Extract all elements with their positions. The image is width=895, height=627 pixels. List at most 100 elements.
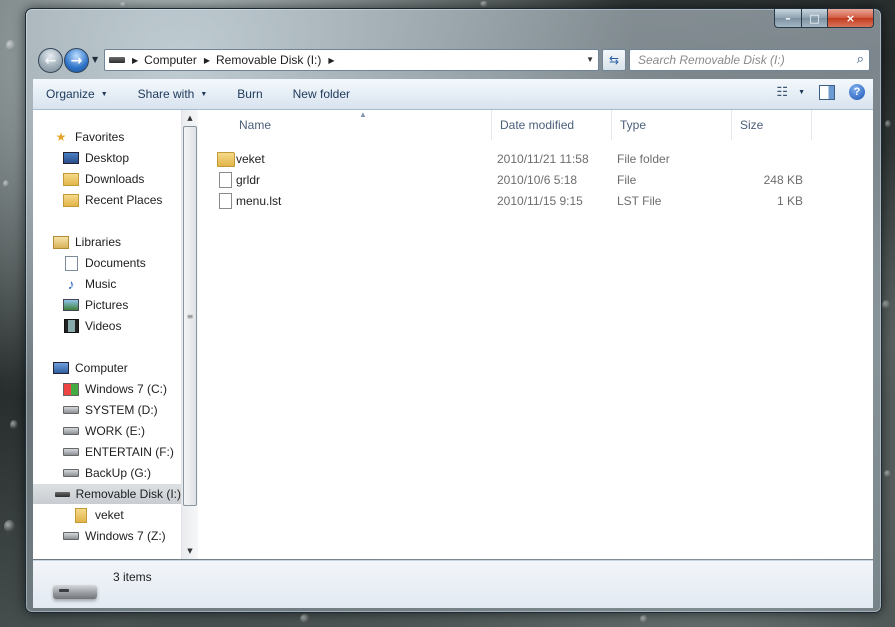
details-pane: 3 items — [33, 560, 873, 608]
hard-drive-icon — [63, 466, 79, 480]
nav-drive-z[interactable]: Windows 7 (Z:) — [63, 526, 166, 546]
file-size — [743, 149, 803, 169]
change-view-button[interactable]: ☷ ▼ — [776, 84, 805, 100]
nav-item-downloads[interactable]: Downloads — [63, 169, 144, 189]
preview-pane-icon[interactable] — [819, 84, 835, 100]
nav-item-documents[interactable]: Documents — [63, 253, 146, 273]
column-header-label: Name — [239, 118, 272, 132]
nav-pane-scrollbar[interactable]: ▲ ≡ ▼ — [181, 110, 198, 559]
refresh-icon: ⇆ — [608, 53, 620, 67]
recent-pages-dropdown[interactable]: ▼ — [92, 55, 98, 64]
nav-computer[interactable]: Computer — [53, 358, 128, 378]
search-box: ⌕ — [629, 49, 870, 71]
nav-item-label: BackUp (G:) — [85, 466, 152, 480]
close-button[interactable]: × — [828, 9, 874, 28]
nav-item-label: ENTERTAIN (F:) — [85, 445, 174, 459]
file-date: 2010/11/15 9:15 — [497, 194, 583, 208]
refresh-button[interactable]: ⇆ — [602, 49, 626, 71]
desktop-icon — [63, 151, 79, 165]
scroll-up-icon[interactable]: ▲ — [182, 110, 198, 126]
navigation-pane: ★ Favorites Desktop Downloads Recent Pla… — [33, 110, 181, 559]
back-arrow-icon: ← — [44, 52, 57, 69]
nav-item-label: SYSTEM (D:) — [85, 403, 158, 417]
nav-drive-g[interactable]: BackUp (G:) — [63, 463, 151, 483]
file-date: 2010/11/21 11:58 — [497, 152, 589, 166]
recent-places-icon — [63, 193, 79, 207]
breadcrumb-separator-icon[interactable]: ▶ — [328, 56, 334, 65]
chevron-down-icon: ▼ — [100, 90, 108, 98]
videos-icon — [63, 319, 79, 333]
hard-drive-icon — [63, 403, 79, 417]
nav-drive-i[interactable]: Removable Disk (I:) — [33, 484, 181, 504]
folder-icon — [217, 149, 235, 169]
nav-favorites-label: Favorites — [75, 130, 125, 144]
nav-item-label: veket — [95, 508, 124, 522]
burn-button[interactable]: Burn — [217, 79, 272, 109]
column-header-label: Size — [740, 118, 764, 132]
nav-item-videos[interactable]: Videos — [63, 316, 121, 336]
removable-drive-icon — [53, 585, 97, 599]
breadcrumb-removable-disk[interactable]: Removable Disk (I:) — [216, 53, 321, 67]
command-bar: Organize ▼ Share with ▼ Burn New folder … — [33, 79, 873, 110]
breadcrumb-separator-icon[interactable]: ▶ — [204, 56, 210, 65]
view-list-icon: ☷ — [776, 84, 789, 99]
file-row-menu-lst[interactable]: menu.lst 2010/11/15 9:15 LST File 1 KB — [203, 191, 873, 211]
column-header-label: Type — [620, 118, 647, 132]
nav-folder-veket[interactable]: veket — [73, 505, 124, 525]
forward-arrow-icon: → — [70, 52, 83, 69]
nav-item-pictures[interactable]: Pictures — [63, 295, 128, 315]
breadcrumb-computer[interactable]: Computer — [144, 53, 197, 67]
column-header-size[interactable]: Size — [732, 110, 812, 140]
organize-button[interactable]: Organize ▼ — [33, 79, 118, 109]
new-folder-label: New folder — [292, 87, 350, 101]
scrollbar-thumb[interactable]: ≡ — [183, 126, 197, 506]
file-row-veket[interactable]: veket 2010/11/21 11:58 File folder — [203, 149, 873, 169]
help-icon[interactable]: ? — [849, 84, 865, 100]
burn-label: Burn — [237, 87, 263, 101]
file-row-grldr[interactable]: grldr 2010/10/6 5:18 File 248 KB — [203, 170, 873, 190]
chevron-down-icon: ▼ — [200, 90, 208, 98]
forward-button[interactable]: → — [64, 48, 89, 73]
search-input[interactable] — [636, 52, 850, 68]
nav-item-desktop[interactable]: Desktop — [63, 148, 129, 168]
nav-item-label: Pictures — [85, 298, 129, 312]
file-type: File folder — [617, 152, 670, 166]
new-folder-button[interactable]: New folder — [273, 79, 360, 109]
documents-icon — [63, 255, 79, 271]
maximize-button[interactable]: □ — [802, 9, 828, 28]
share-with-button[interactable]: Share with ▼ — [118, 79, 218, 109]
nav-drive-e[interactable]: WORK (E:) — [63, 421, 145, 441]
file-icon — [219, 191, 232, 211]
folder-icon — [73, 507, 89, 523]
nav-item-label: Removable Disk (I:) — [75, 487, 181, 501]
minimize-button[interactable]: – — [774, 9, 802, 28]
breadcrumb-separator-icon[interactable]: ▶ — [132, 56, 138, 65]
nav-item-label: Music — [85, 277, 117, 291]
content-area: ★ Favorites Desktop Downloads Recent Pla… — [33, 110, 873, 559]
column-header-type[interactable]: Type — [612, 110, 732, 140]
nav-item-label: Recent Places — [85, 193, 163, 207]
address-bar[interactable]: ▶ Computer ▶ Removable Disk (I:) ▶ ▼ — [104, 49, 599, 71]
sort-ascending-icon: ▲ — [359, 110, 367, 119]
column-header-date[interactable]: Date modified — [492, 110, 612, 140]
nav-drive-c[interactable]: Windows 7 (C:) — [63, 379, 167, 399]
hard-drive-icon — [63, 424, 79, 438]
share-with-label: Share with — [137, 87, 195, 101]
nav-favorites[interactable]: ★ Favorites — [53, 127, 125, 147]
caption-buttons: – □ × — [774, 9, 874, 28]
nav-libraries[interactable]: Libraries — [53, 232, 121, 252]
nav-libraries-label: Libraries — [75, 235, 122, 249]
file-type: LST File — [617, 194, 662, 208]
file-name: veket — [236, 152, 265, 166]
scroll-down-icon[interactable]: ▼ — [182, 543, 198, 559]
nav-drive-f[interactable]: ENTERTAIN (F:) — [63, 442, 174, 462]
back-button[interactable]: ← — [38, 48, 63, 73]
nav-drive-d[interactable]: SYSTEM (D:) — [63, 400, 158, 420]
removable-drive-icon — [54, 487, 70, 501]
address-dropdown-icon[interactable]: ▼ — [586, 55, 594, 64]
file-icon — [219, 170, 232, 190]
nav-item-music[interactable]: ♪ Music — [63, 274, 117, 294]
hard-drive-icon — [63, 445, 79, 459]
nav-item-recent-places[interactable]: Recent Places — [63, 190, 162, 210]
search-icon[interactable]: ⌕ — [857, 52, 864, 67]
